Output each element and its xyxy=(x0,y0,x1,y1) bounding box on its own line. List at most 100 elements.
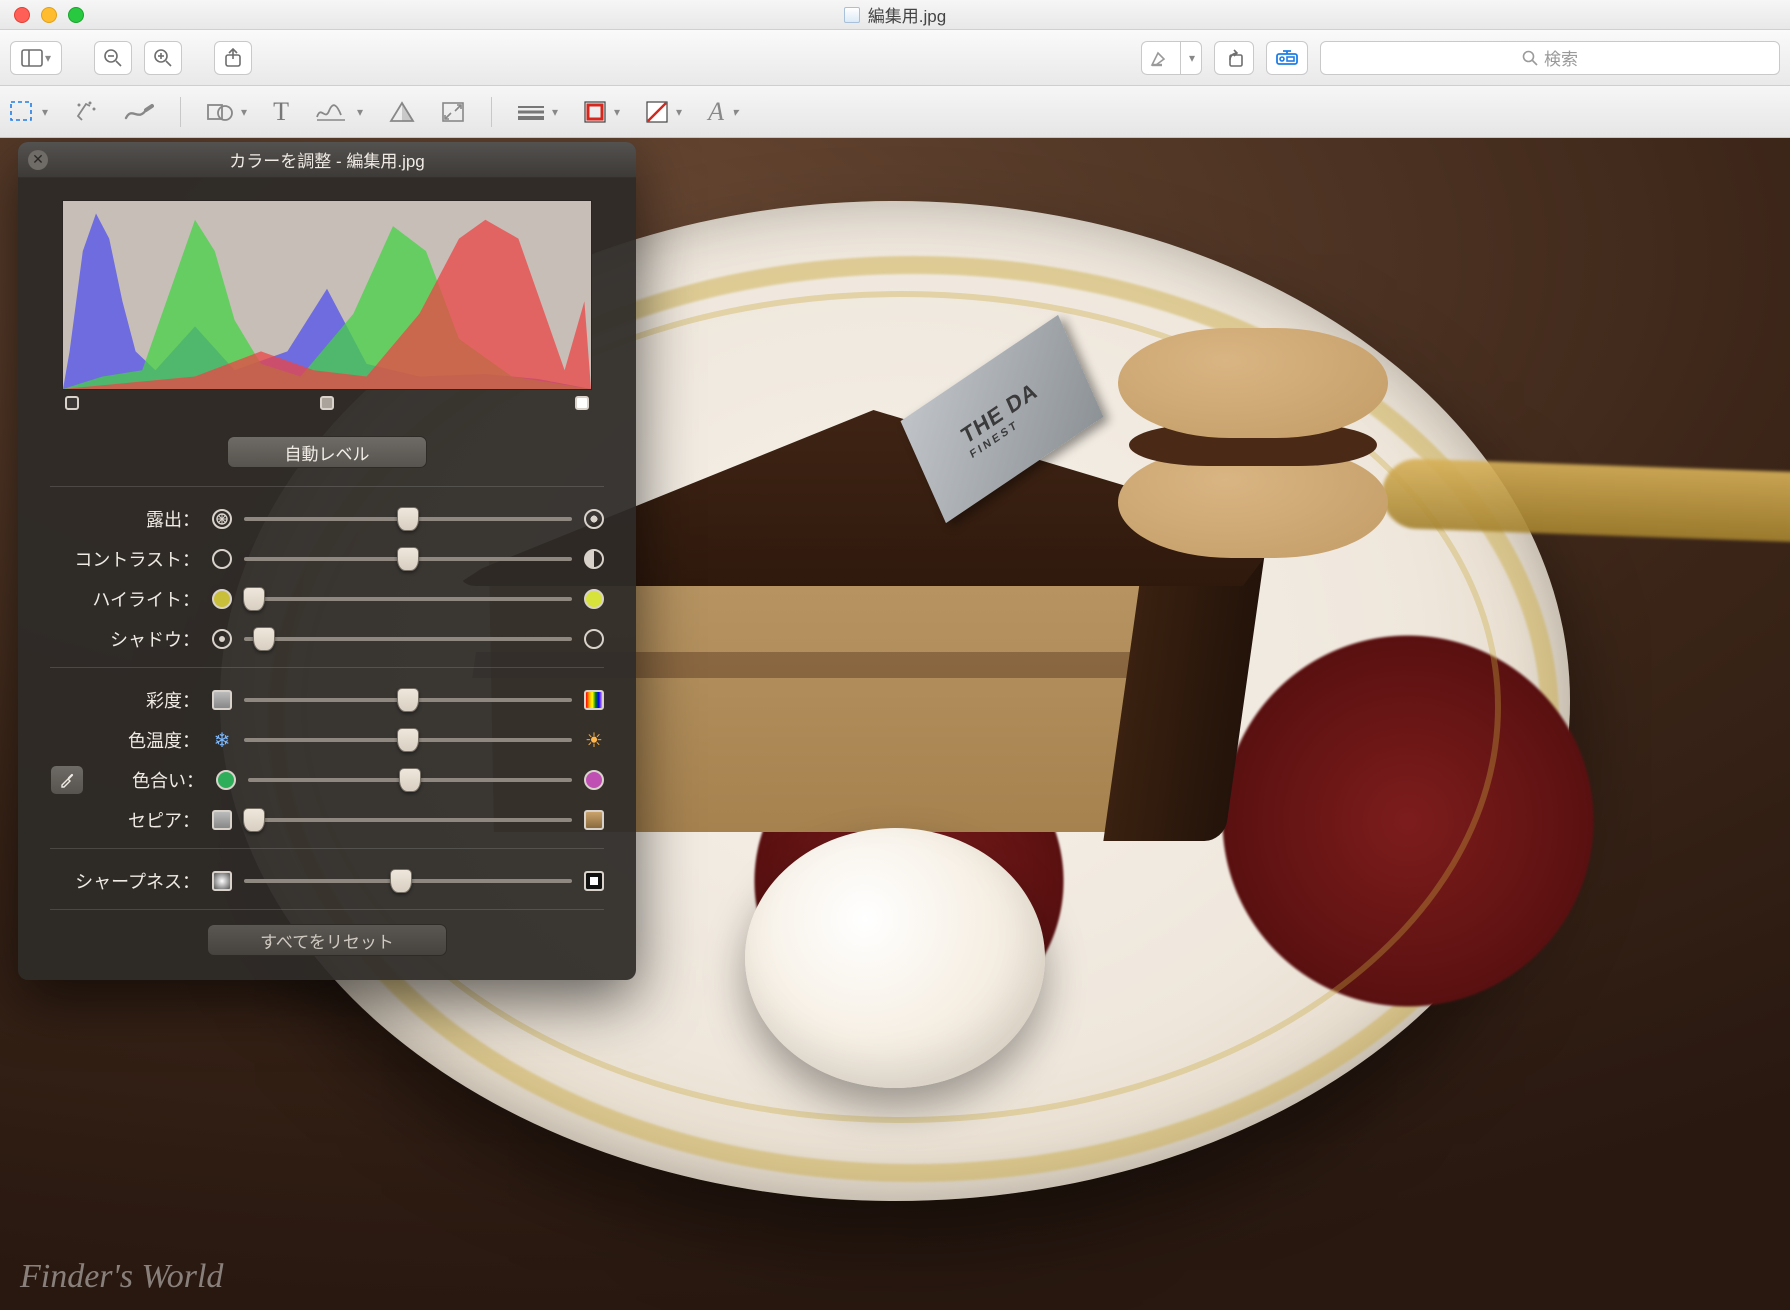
aperture-max-icon xyxy=(584,509,604,529)
temperature-cold-icon: ❄ xyxy=(212,730,232,750)
highlight-dropdown-button[interactable]: ▾ xyxy=(1180,41,1202,75)
chevron-down-icon: ▾ xyxy=(45,51,51,65)
watermark-text: Finder's World xyxy=(20,1258,223,1296)
search-icon xyxy=(1522,50,1538,66)
saturation-min-icon xyxy=(212,690,232,710)
sepia-row: セピア： xyxy=(50,800,604,840)
exposure-slider[interactable] xyxy=(244,509,572,529)
sepia-max-icon xyxy=(584,810,604,830)
traffic-lights xyxy=(0,7,84,23)
temperature-label: 色温度： xyxy=(50,727,200,753)
panel-titlebar[interactable]: ✕ カラーを調整 - 編集用.jpg xyxy=(18,142,636,178)
adjust-color-panel: ✕ カラーを調整 - 編集用.jpg 自動レベル 露出： xyxy=(18,142,636,980)
tint-green-icon xyxy=(216,770,236,790)
highlights-slider[interactable] xyxy=(244,589,572,609)
chevron-down-icon: ▾ xyxy=(42,105,48,119)
panel-title: カラーを調整 - 編集用.jpg xyxy=(18,147,636,172)
eyedropper-button[interactable] xyxy=(50,765,84,795)
contrast-slider[interactable] xyxy=(244,549,572,569)
adjust-color-button[interactable] xyxy=(389,101,415,123)
shadows-min-icon xyxy=(212,629,232,649)
temperature-warm-icon: ☀ xyxy=(584,730,604,750)
sidebar-toggle-button[interactable]: ▾ xyxy=(10,41,62,75)
levels-black-handle[interactable] xyxy=(62,398,82,418)
adjust-size-button[interactable] xyxy=(441,101,465,123)
tint-magenta-icon xyxy=(584,770,604,790)
contrast-min-icon xyxy=(212,549,232,569)
histogram xyxy=(62,200,592,390)
zoom-in-button[interactable] xyxy=(144,41,182,75)
sharpness-slider[interactable] xyxy=(244,871,572,891)
contrast-label: コントラスト： xyxy=(50,546,200,572)
temperature-row: 色温度： ❄ ☀ xyxy=(50,720,604,760)
main-toolbar: ▾ ▾ 検索 xyxy=(0,30,1790,86)
sepia-label: セピア： xyxy=(50,807,200,833)
text-tool-button[interactable]: T xyxy=(273,97,289,127)
highlights-row: ハイライト： xyxy=(50,579,604,619)
tint-row: 色合い： xyxy=(50,760,604,800)
saturation-slider[interactable] xyxy=(244,690,572,710)
chevron-down-icon: ▾ xyxy=(614,105,620,119)
markup-toolbar: ▾ ▾ T ▾ ▾ ▾ ▾ A▾ xyxy=(0,86,1790,138)
document-icon xyxy=(844,7,860,23)
toolbar-divider xyxy=(491,97,492,127)
contrast-row: コントラスト： xyxy=(50,539,604,579)
tint-slider[interactable] xyxy=(248,770,572,790)
panel-close-button[interactable]: ✕ xyxy=(28,150,48,170)
toolbar-divider xyxy=(180,97,181,127)
instant-alpha-button[interactable] xyxy=(74,100,98,124)
exposure-label: 露出： xyxy=(50,506,200,532)
shapes-tool-button[interactable]: ▾ xyxy=(207,101,247,123)
sepia-min-icon xyxy=(212,810,232,830)
rotate-button[interactable] xyxy=(1214,41,1254,75)
highlight-button[interactable] xyxy=(1141,41,1180,75)
sharpness-max-icon xyxy=(584,871,604,891)
minimize-window-button[interactable] xyxy=(41,7,57,23)
chevron-down-icon: ▾ xyxy=(732,105,738,119)
border-color-button[interactable]: ▾ xyxy=(584,101,620,123)
font-style-button[interactable]: A▾ xyxy=(708,97,738,127)
saturation-max-icon xyxy=(584,690,604,710)
levels-white-handle[interactable] xyxy=(572,398,592,418)
sign-tool-button[interactable]: ▾ xyxy=(315,101,363,123)
chevron-down-icon: ▾ xyxy=(241,105,247,119)
chevron-down-icon: ▾ xyxy=(676,105,682,119)
selection-tool-button[interactable]: ▾ xyxy=(10,101,48,123)
exposure-row: 露出： xyxy=(50,499,604,539)
reset-all-button[interactable]: すべてをリセット xyxy=(207,924,447,956)
search-field[interactable]: 検索 xyxy=(1320,41,1780,75)
contrast-max-icon xyxy=(584,549,604,569)
sharpness-min-icon xyxy=(212,871,232,891)
zoom-out-button[interactable] xyxy=(94,41,132,75)
search-placeholder: 検索 xyxy=(1544,45,1578,70)
maximize-window-button[interactable] xyxy=(68,7,84,23)
tint-label: 色合い： xyxy=(92,767,204,793)
window-title: 編集用.jpg xyxy=(0,2,1790,27)
highlights-min-icon xyxy=(212,589,232,609)
shadows-slider[interactable] xyxy=(244,629,572,649)
auto-levels-button[interactable]: 自動レベル xyxy=(227,436,427,468)
highlights-max-icon xyxy=(584,589,604,609)
window-title-text: 編集用.jpg xyxy=(868,2,946,27)
saturation-label: 彩度： xyxy=(50,687,200,713)
image-canvas[interactable]: THE DAFINEST Finder's World ✕ カラーを調整 - 編… xyxy=(0,138,1790,1310)
shadows-max-icon xyxy=(584,629,604,649)
shadows-label: シャドウ： xyxy=(50,626,200,652)
sepia-slider[interactable] xyxy=(244,810,572,830)
levels-mid-handle[interactable] xyxy=(317,398,337,418)
fill-color-button[interactable]: ▾ xyxy=(646,101,682,123)
highlights-label: ハイライト： xyxy=(50,586,200,612)
sketch-tool-button[interactable] xyxy=(124,102,154,122)
border-style-button[interactable]: ▾ xyxy=(518,104,558,120)
window-titlebar: 編集用.jpg xyxy=(0,0,1790,30)
share-button[interactable] xyxy=(214,41,252,75)
close-window-button[interactable] xyxy=(14,7,30,23)
chevron-down-icon: ▾ xyxy=(552,105,558,119)
chevron-down-icon: ▾ xyxy=(357,105,363,119)
temperature-slider[interactable] xyxy=(244,730,572,750)
sharpness-label: シャープネス： xyxy=(50,868,200,894)
markup-toggle-button[interactable] xyxy=(1266,41,1308,75)
sharpness-row: シャープネス： xyxy=(50,861,604,901)
levels-handles xyxy=(62,398,592,418)
shadows-row: シャドウ： xyxy=(50,619,604,659)
